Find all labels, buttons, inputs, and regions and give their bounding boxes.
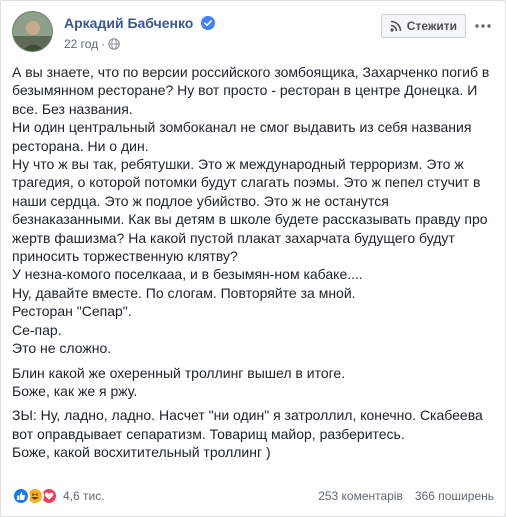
post-line: Ресторан "Сепар". [12,303,132,320]
post-line: Ни один центральный зомбоканал не смог в… [12,119,472,154]
post-line: А вы знаете, что по версии российского з… [12,64,490,117]
follow-button[interactable]: Стежити [380,14,466,38]
post-line: У незна-комого поселкааа, и в безымян-но… [12,266,363,283]
author-name[interactable]: Аркадий Бабченко [64,15,216,31]
post-line: Се-пар. [12,321,62,338]
post-line: Боже, какой восхитительный троллинг ) [12,444,271,461]
post-line: Это не сложно. [12,340,112,357]
post-header: Аркадий Бабченко 22 год · Стежити [12,11,494,59]
post-timestamp[interactable]: 22 год [64,37,98,51]
post-line: Ну, давайте вместе. По слогам. Повторяйт… [12,284,356,301]
reactions-summary[interactable]: 4,6 тис. [12,487,105,505]
avatar[interactable] [12,11,53,52]
post-body: А вы знаете, что по версии российского з… [12,63,498,462]
post-line: ЗЫ: Ну, ладно, ладно. Насчет "ни один" я… [12,407,483,442]
rss-icon [390,20,402,32]
verified-badge-icon [201,16,216,30]
paragraph-2: Блин какой же охеренный троллинг вышел в… [12,364,498,401]
author-name-text[interactable]: Аркадий Бабченко [64,15,193,31]
paragraph-1: А вы знаете, что по версии российского з… [12,63,498,358]
follow-label: Стежити [406,19,457,33]
post-line: Боже, как же я ржу. [12,382,138,399]
globe-icon [108,38,121,50]
post-line: Ну что ж вы так, ребятушки. Это ж междун… [12,156,488,265]
shares-count[interactable]: 366 поширень [415,489,494,503]
post-card: Аркадий Бабченко 22 год · Стежити А вы з… [0,0,506,517]
comments-count[interactable]: 253 коментарів [318,489,403,503]
paragraph-3: ЗЫ: Ну, ладно, ладно. Насчет "ни один" я… [12,406,498,461]
post-line: Блин какой же охеренный троллинг вышел в… [12,364,346,381]
post-footer: 4,6 тис. 253 коментарів 366 поширень [12,486,494,506]
more-options-button[interactable] [472,15,494,37]
like-reaction-icon [12,487,30,505]
reaction-count[interactable]: 4,6 тис. [63,489,105,503]
more-icon [475,24,491,28]
post-meta: 22 год · [64,37,121,51]
